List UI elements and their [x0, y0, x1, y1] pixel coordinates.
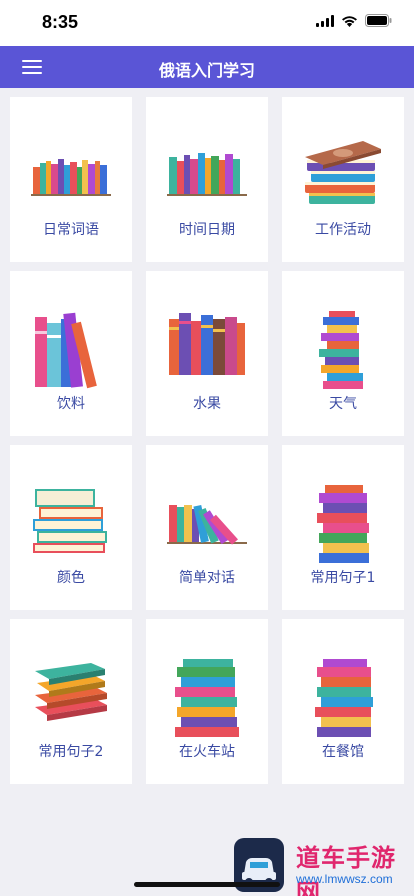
books-row-icon: [31, 159, 111, 196]
battery-icon: [365, 14, 392, 27]
books-leaning-icon: [167, 504, 247, 545]
category-grid: 日常词语 时间日期 工作活动 饮料 水果 天气 颜色 简单对话 常用句子1 常用…: [10, 97, 404, 784]
category-card-common-sentences-1[interactable]: 常用句子1: [282, 445, 404, 610]
category-card-fruits[interactable]: 水果: [146, 271, 268, 436]
category-label: 工作活动: [315, 222, 371, 238]
watermark-text: 道车手游网: [296, 844, 396, 896]
category-label: 颜色: [57, 570, 85, 586]
page-title: 俄语入门学习: [158, 61, 255, 80]
category-label: 时间日期: [179, 222, 235, 238]
category-card-drinks[interactable]: 饮料: [10, 271, 132, 436]
category-card-colors[interactable]: 颜色: [10, 445, 132, 610]
category-card-common-sentences-2[interactable]: 常用句子2: [10, 619, 132, 784]
category-label: 饮料: [57, 396, 85, 412]
books-stack-icon: [317, 485, 369, 563]
home-indicator[interactable]: [134, 882, 280, 887]
category-label: 在餐馆: [322, 744, 364, 760]
books-stack-icon: [33, 489, 107, 553]
signal-icon: [316, 14, 334, 27]
status-time: 8:35: [42, 12, 79, 32]
category-card-restaurant[interactable]: 在餐馆: [282, 619, 404, 784]
status-icons: [316, 14, 392, 27]
category-label: 水果: [193, 396, 221, 412]
category-label: 天气: [329, 396, 357, 412]
navbar: 俄语入门学习: [0, 46, 414, 88]
category-card-time-date[interactable]: 时间日期: [146, 97, 268, 262]
books-row-icon: [169, 313, 245, 375]
category-label: 常用句子1: [310, 570, 376, 586]
books-row-icon: [35, 312, 97, 389]
books-stack-icon: [175, 659, 239, 737]
category-label: 在火车站: [179, 744, 235, 760]
books-row-icon: [167, 153, 247, 196]
category-card-train-station[interactable]: 在火车站: [146, 619, 268, 784]
books-stack-icon: [305, 141, 381, 204]
watermark-url: www.lmwwsz.com: [296, 872, 393, 886]
category-label: 日常词语: [43, 222, 99, 238]
category-label: 常用句子2: [38, 744, 104, 760]
category-card-daily-words[interactable]: 日常词语: [10, 97, 132, 262]
books-stack-icon: [35, 663, 107, 721]
category-label: 简单对话: [179, 570, 235, 586]
category-card-simple-dialogue[interactable]: 简单对话: [146, 445, 268, 610]
books-stack-icon: [319, 311, 363, 389]
books-stack-icon: [315, 659, 373, 737]
category-card-work-activities[interactable]: 工作活动: [282, 97, 404, 262]
status-bar: 8:35: [0, 0, 414, 46]
category-card-weather[interactable]: 天气: [282, 271, 404, 436]
wifi-icon: [342, 15, 357, 27]
watermark: 道车手游网 www.lmwwsz.com: [232, 836, 414, 896]
